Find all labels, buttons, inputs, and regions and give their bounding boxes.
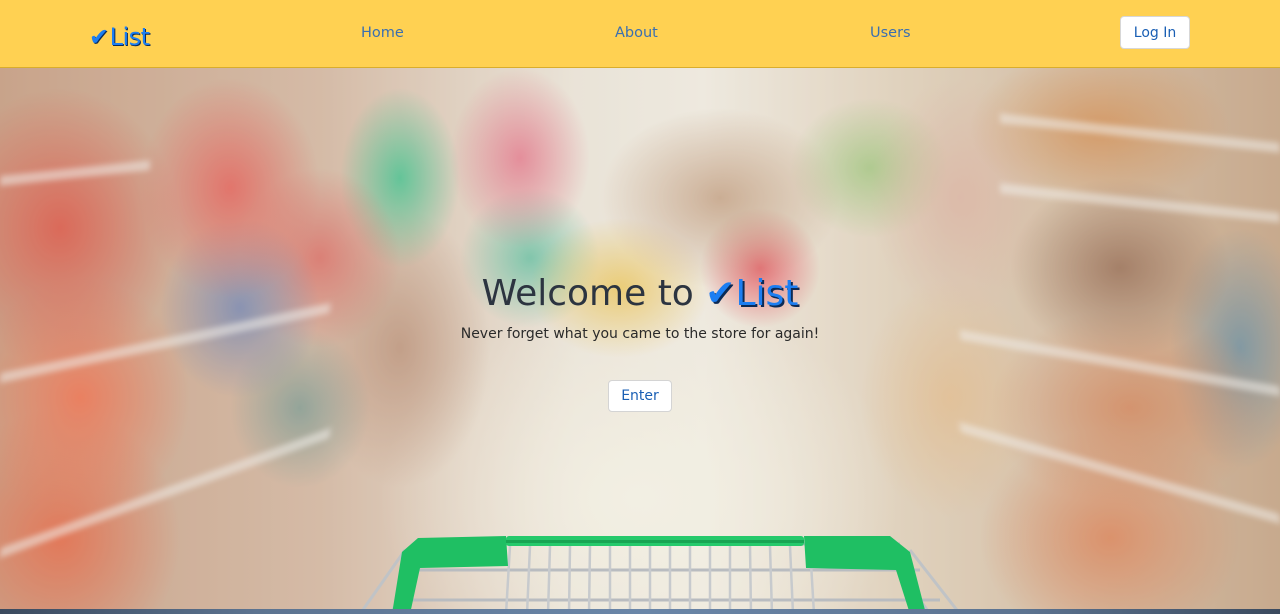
checkmark-icon: ✔ xyxy=(89,23,109,51)
hero-subtitle: Never forget what you came to the store … xyxy=(460,326,820,342)
enter-button[interactable]: Enter xyxy=(608,380,672,412)
brand-name: List xyxy=(109,23,150,51)
login-button[interactable]: Log In xyxy=(1120,16,1190,49)
hero-title-brand: ✔List xyxy=(705,273,798,314)
nav-link-users[interactable]: Users xyxy=(870,23,911,43)
shopping-cart-icon xyxy=(358,536,962,614)
nav-link-about[interactable]: About xyxy=(615,23,658,43)
hero-title: Welcome to ✔List xyxy=(0,270,1280,318)
hero-title-brand-name: List xyxy=(735,273,799,314)
bottom-edge-bar xyxy=(0,609,1280,614)
brand-logo[interactable]: ✔ List xyxy=(89,22,150,52)
hero-section: Welcome to ✔List Never forget what you c… xyxy=(0,68,1280,614)
navbar: ✔ List Home About Users Log In xyxy=(0,0,1280,68)
hero-title-prefix: Welcome to xyxy=(481,273,694,314)
checkmark-icon: ✔ xyxy=(705,273,736,314)
nav-link-home[interactable]: Home xyxy=(361,23,404,43)
